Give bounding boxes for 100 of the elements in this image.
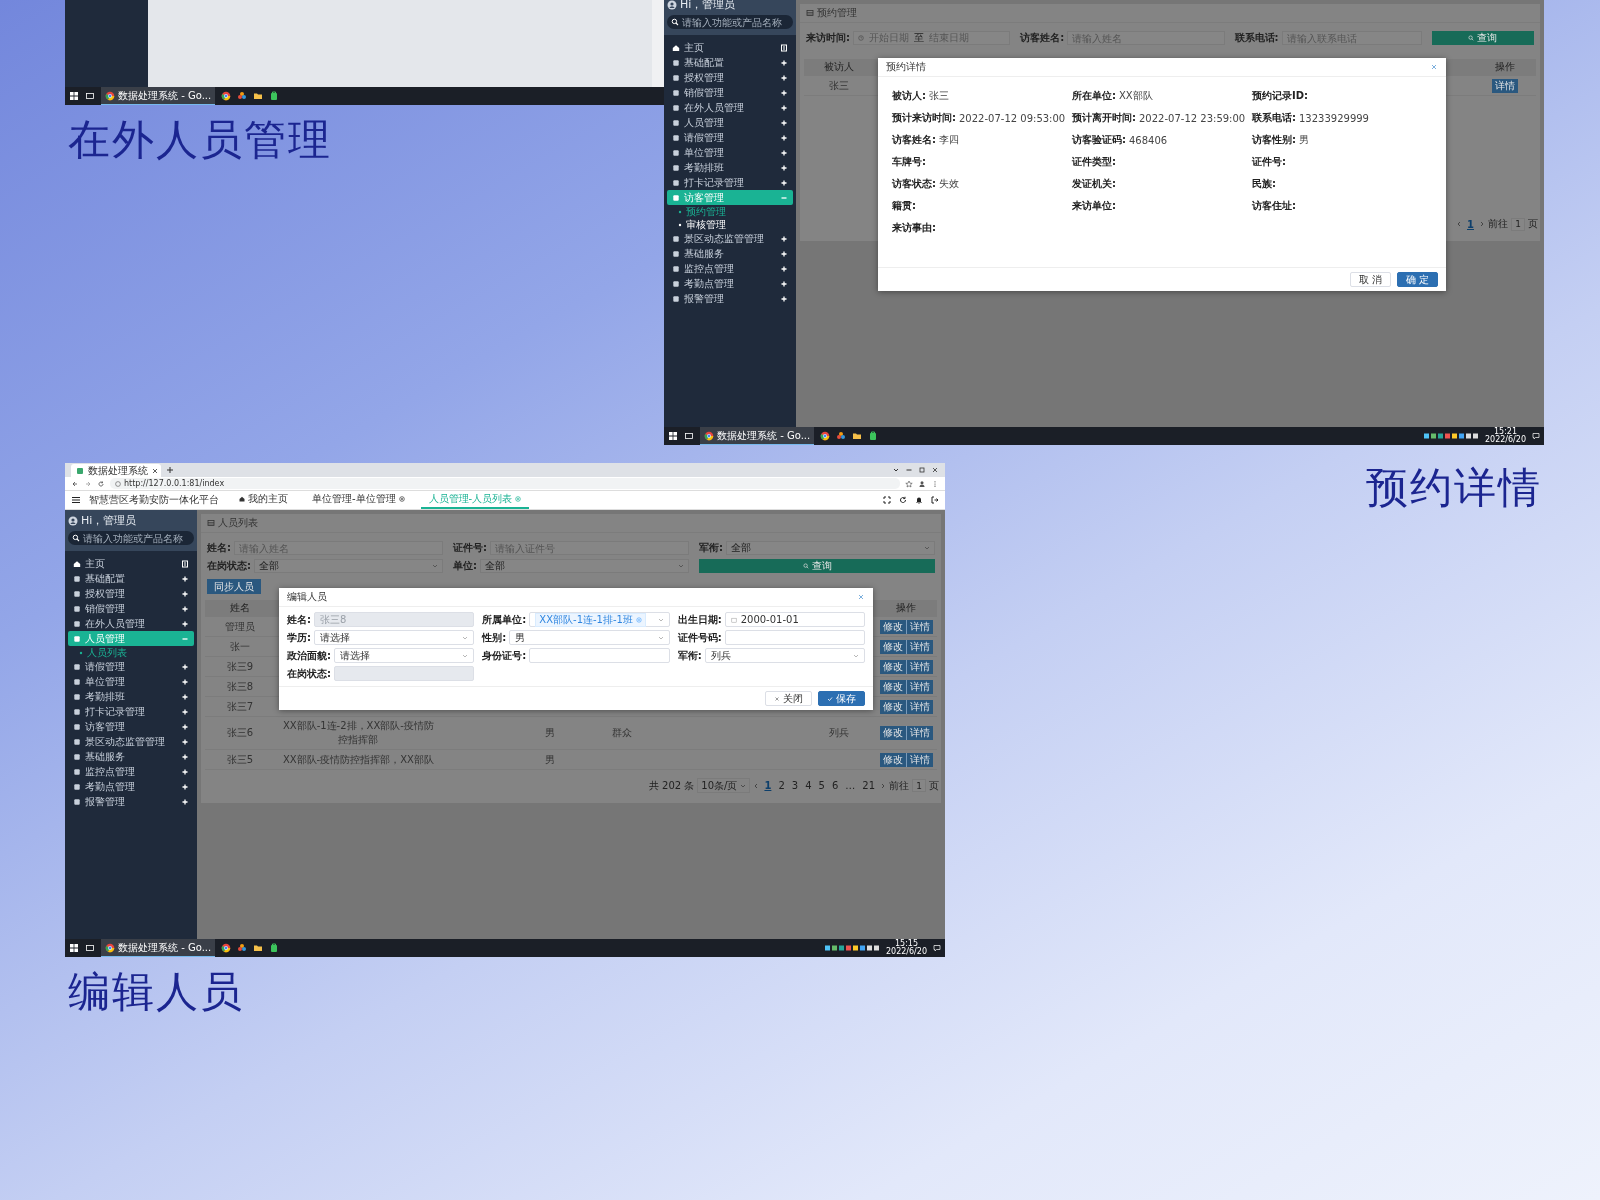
select-field[interactable]: 全部	[254, 559, 443, 573]
row-action-button[interactable]: 详情	[906, 679, 933, 694]
confirm-button[interactable]: 确 定	[1396, 272, 1438, 287]
bag-icon[interactable]	[269, 943, 280, 953]
sidebar-item[interactable]: 单位管理	[667, 145, 793, 160]
select-field[interactable]: 全部	[480, 559, 689, 573]
page-number-field[interactable]: 1	[912, 779, 926, 792]
row-action-button[interactable]: 修改	[879, 659, 907, 674]
row-action-button[interactable]: 修改	[879, 752, 907, 767]
page-button[interactable]: 5	[816, 780, 827, 791]
page-button[interactable]: 21	[860, 780, 877, 791]
select-field[interactable]: 全部	[726, 541, 935, 555]
sidebar-item[interactable]: 基础配置	[667, 55, 793, 70]
sidebar-item[interactable]: 基础配置	[68, 571, 194, 586]
address-field[interactable]: http://127.0.0.1:81/index	[110, 478, 900, 489]
sync-button[interactable]: 同步人员	[207, 579, 261, 594]
sidebar-item[interactable]: 考勤点管理	[667, 276, 793, 291]
sidebar-item[interactable]: 监控点管理	[667, 261, 793, 276]
windows-icon[interactable]	[69, 943, 79, 953]
sidebar-item[interactable]: 销假管理	[68, 601, 194, 616]
row-action-button[interactable]: 详情	[906, 752, 933, 767]
select-field[interactable]: 请选择	[334, 648, 475, 663]
sidebar-item[interactable]: 报警管理	[68, 794, 194, 809]
task-view-icon[interactable]	[85, 91, 95, 101]
back-icon[interactable]	[71, 479, 79, 488]
row-action-button[interactable]: 详情	[906, 659, 933, 674]
flower-icon[interactable]	[237, 91, 248, 101]
sidebar-item[interactable]: 考勤排班	[667, 160, 793, 175]
search-button[interactable]: 查询	[1431, 31, 1534, 45]
sidebar-subitem[interactable]: 审核管理	[664, 218, 796, 231]
sidebar-item[interactable]: 在外人员管理	[667, 100, 793, 115]
page-button[interactable]: 3	[789, 780, 801, 791]
flower-icon[interactable]	[836, 431, 847, 441]
browser-icon[interactable]	[820, 431, 831, 441]
select-field[interactable]: 请选择	[314, 630, 475, 645]
chevron-down-icon[interactable]	[892, 466, 900, 474]
folder-icon[interactable]	[253, 91, 264, 101]
windows-icon[interactable]	[668, 431, 678, 441]
profile-icon[interactable]	[918, 479, 926, 488]
page-size-select[interactable]: 10条/页	[697, 778, 751, 793]
sidebar-item[interactable]: 人员管理	[667, 115, 793, 130]
taskbar-app-button[interactable]: 数据处理系统 - Go...	[101, 939, 216, 957]
tray-icons-drawing[interactable]	[1422, 432, 1479, 440]
flower-icon[interactable]	[237, 943, 248, 953]
close-icon[interactable]	[931, 466, 939, 474]
sidebar-item[interactable]: 景区动态监管管理	[667, 231, 793, 246]
star-icon[interactable]	[905, 479, 913, 488]
row-action-button[interactable]: 详情	[1492, 78, 1518, 93]
bell-icon[interactable]	[915, 496, 923, 504]
folder-icon[interactable]	[253, 943, 264, 953]
minimize-icon[interactable]	[905, 466, 913, 474]
sidebar-item[interactable]: 销假管理	[667, 85, 793, 100]
sidebar-item[interactable]: 在外人员管理	[68, 616, 194, 631]
sidebar-item[interactable]: 景区动态监管管理	[68, 734, 194, 749]
bag-icon[interactable]	[269, 91, 280, 101]
notification-icon[interactable]	[933, 944, 941, 952]
sidebar-item[interactable]: 报警管理	[667, 291, 793, 306]
row-action-button[interactable]: 修改	[879, 679, 907, 694]
restore-icon[interactable]	[918, 466, 926, 474]
sidebar-item[interactable]: 考勤点管理	[68, 779, 194, 794]
taskbar-app-button[interactable]: 数据处理系统 - Go...	[101, 87, 216, 105]
windows-icon[interactable]	[69, 91, 79, 101]
sidebar-item[interactable]: 访客管理	[68, 719, 194, 734]
search-field[interactable]: 请输入功能或产品名称	[68, 531, 194, 545]
sidebar-subitem[interactable]: 人员列表	[65, 646, 197, 659]
sidebar-item[interactable]: 请假管理	[667, 130, 793, 145]
date-field[interactable]: 2000-01-01	[724, 612, 865, 627]
sidebar-item[interactable]: 监控点管理	[68, 764, 194, 779]
row-action-button[interactable]: 修改	[879, 699, 907, 714]
select-field[interactable]: XX部队-1连-1排-1班	[529, 612, 670, 627]
sidebar-item[interactable]: 请假管理	[68, 659, 194, 674]
close-icon[interactable]	[152, 467, 158, 474]
row-action-button[interactable]: 详情	[906, 619, 933, 634]
sidebar-item[interactable]: 主页	[667, 40, 793, 55]
reload-icon[interactable]	[97, 479, 105, 488]
chevron-right-icon[interactable]	[880, 782, 886, 789]
sidebar-item[interactable]: 考勤排班	[68, 689, 194, 704]
plus-icon[interactable]	[166, 466, 174, 474]
menu-icon[interactable]	[71, 495, 81, 505]
search-field[interactable]: 请输入功能或产品名称	[667, 15, 793, 29]
sidebar-subitem[interactable]: 预约管理	[664, 205, 796, 218]
browser-icon[interactable]	[221, 91, 232, 101]
tray-icons-drawing[interactable]	[823, 944, 880, 952]
row-action-button[interactable]: 详情	[906, 726, 933, 740]
confirm-button[interactable]: 保存	[818, 691, 865, 706]
search-button[interactable]: 查询	[699, 559, 935, 573]
browser-tab[interactable]: 数据处理系统	[71, 464, 161, 477]
page-number-field[interactable]: 1	[1511, 217, 1525, 231]
bag-icon[interactable]	[868, 431, 879, 441]
taskbar-app-button[interactable]: 数据处理系统 - Go...	[700, 427, 815, 445]
task-view-icon[interactable]	[85, 943, 95, 953]
sidebar-item[interactable]: 打卡记录管理	[667, 175, 793, 190]
browser-icon[interactable]	[221, 943, 232, 953]
row-action-button[interactable]: 修改	[879, 619, 907, 634]
refresh-icon[interactable]	[899, 496, 907, 504]
select-field[interactable]: 列兵	[704, 648, 865, 663]
select-field[interactable]: 男	[509, 630, 670, 645]
sidebar-item[interactable]: 主页	[68, 556, 194, 571]
page-tab[interactable]: 我的主页	[231, 491, 296, 509]
folder-icon[interactable]	[852, 431, 863, 441]
